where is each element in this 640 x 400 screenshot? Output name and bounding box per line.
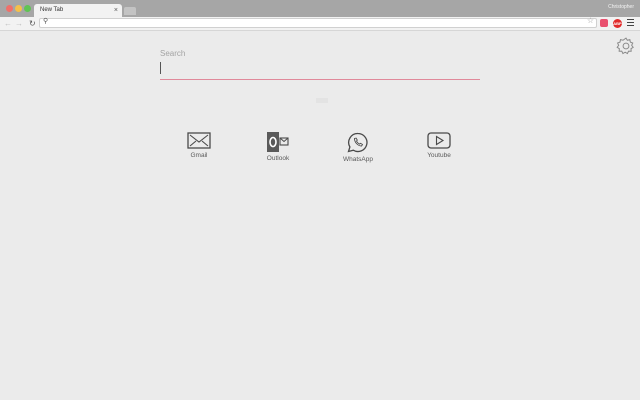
new-tab-button[interactable] <box>124 7 136 15</box>
browser-toolbar: ← → ↻ ⚲ ☆ <box>0 16 640 31</box>
faint-mark <box>316 98 328 103</box>
tab-close-icon[interactable]: × <box>114 4 118 17</box>
youtube-icon <box>427 132 451 149</box>
shortcut-whatsapp[interactable]: WhatsApp <box>328 132 388 163</box>
forward-arrow-icon[interactable]: → <box>15 18 23 29</box>
search-label: Search <box>160 49 186 58</box>
reload-icon[interactable]: ↻ <box>29 18 36 29</box>
shortcut-outlook[interactable]: Outlook <box>248 132 308 162</box>
window-minimize-button[interactable] <box>15 5 22 12</box>
profile-name[interactable]: Christopher <box>608 4 634 10</box>
gear-icon[interactable] <box>616 36 636 56</box>
outlook-icon <box>267 132 289 152</box>
menu-icon[interactable] <box>627 19 634 27</box>
address-bar[interactable]: ⚲ ☆ <box>39 16 597 28</box>
shortcut-label: Outlook <box>266 155 290 162</box>
shortcut-label: WhatsApp <box>343 156 373 163</box>
extension-heart-icon[interactable] <box>600 19 608 27</box>
window-maximize-button[interactable] <box>24 5 31 12</box>
window-close-button[interactable] <box>6 5 13 12</box>
shortcut-gmail[interactable]: Gmail <box>169 132 229 159</box>
search-input[interactable] <box>160 60 480 80</box>
mail-icon <box>187 132 211 149</box>
tab-new-tab[interactable]: New Tab × <box>34 4 122 17</box>
whatsapp-icon <box>347 132 368 153</box>
adblock-extension-icon[interactable]: ABP <box>613 19 622 28</box>
shortcut-label: Gmail <box>190 152 208 159</box>
shortcut-label: Youtube <box>427 152 451 159</box>
tab-title: New Tab <box>40 7 64 13</box>
title-bar: New Tab × Christopher <box>0 0 640 17</box>
back-arrow-icon[interactable]: ← <box>4 18 12 29</box>
bookmark-star-icon[interactable]: ☆ <box>587 16 594 25</box>
search-icon: ⚲ <box>43 18 49 25</box>
text-caret <box>160 62 161 74</box>
shortcut-youtube[interactable]: Youtube <box>409 132 469 159</box>
